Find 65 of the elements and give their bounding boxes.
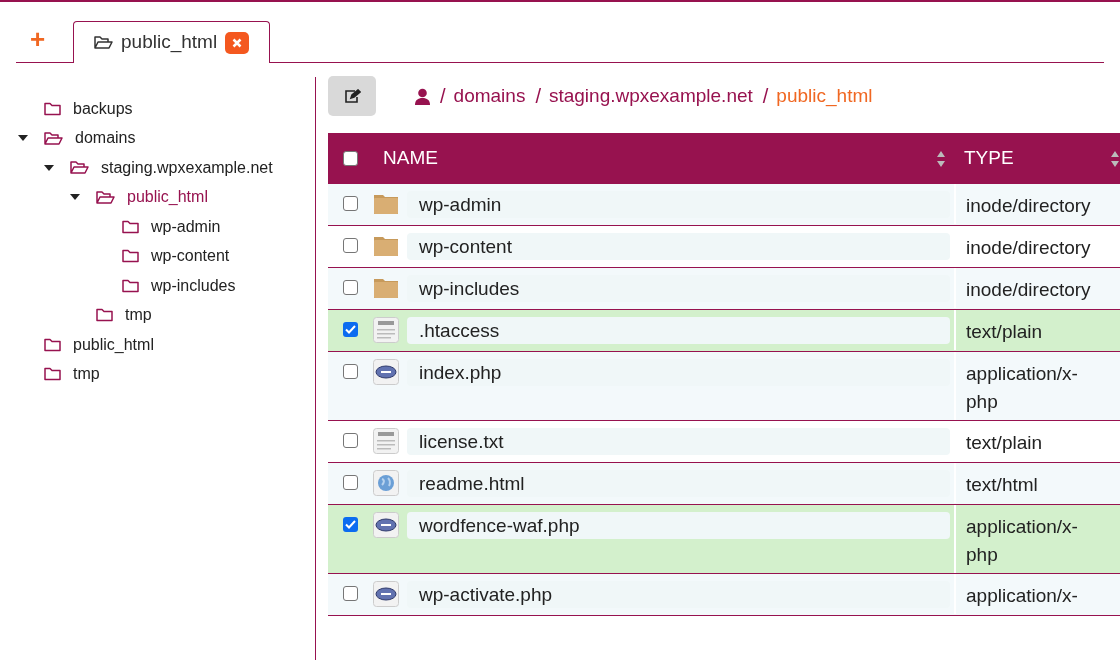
file-type: application/x- — [966, 585, 1078, 606]
php-file-icon — [373, 581, 399, 607]
user-icon[interactable] — [415, 87, 430, 105]
file-name[interactable]: license.txt — [407, 428, 950, 455]
column-header[interactable]: NAME — [383, 144, 438, 173]
file-row[interactable]: wordfence-waf.php application/x-php — [328, 505, 1120, 574]
file-row[interactable]: wp-admin inode/directory — [328, 184, 1120, 226]
tab[interactable]: public_html — [73, 21, 271, 63]
row-checkbox[interactable] — [343, 280, 358, 295]
file-row[interactable]: wp-activate.php application/x- — [328, 574, 1120, 616]
file-row[interactable]: index.php application/x-php — [328, 352, 1120, 421]
file-type: text/html — [966, 474, 1038, 495]
file-type: inode/directory — [966, 237, 1091, 258]
row-checkbox[interactable] — [343, 475, 358, 490]
edit-icon[interactable] — [343, 88, 361, 104]
file-type: application/x-php — [966, 363, 1078, 412]
row-checkbox[interactable] — [343, 364, 358, 379]
row-checkbox[interactable] — [343, 322, 358, 337]
caret-icon[interactable] — [18, 135, 28, 142]
php-file-icon — [373, 359, 399, 385]
file-row[interactable]: wp-includes inode/directory — [328, 268, 1120, 310]
php-file-icon — [373, 512, 399, 538]
sort-icon[interactable] — [936, 149, 946, 168]
tree-item[interactable]: public_html — [127, 185, 208, 210]
row-checkbox[interactable] — [343, 586, 358, 601]
file-name[interactable]: wp-content — [407, 233, 950, 260]
select-all-checkbox[interactable] — [343, 151, 358, 166]
breadcrumb-link[interactable]: domains — [453, 81, 526, 111]
tree-item[interactable]: wp-includes — [151, 273, 236, 298]
column-header[interactable]: TYPE — [964, 144, 1014, 173]
text-file-icon — [373, 428, 399, 454]
separator: / — [440, 84, 446, 109]
file-type: application/x-php — [966, 516, 1078, 565]
row-checkbox[interactable] — [343, 517, 358, 532]
row-checkbox[interactable] — [343, 196, 358, 211]
caret-icon[interactable] — [70, 194, 80, 201]
file-name[interactable]: .htaccess — [407, 317, 950, 344]
file-name[interactable]: wordfence-waf.php — [407, 512, 950, 539]
tree-item[interactable]: wp-content — [151, 244, 230, 269]
sort-icon[interactable] — [1110, 149, 1120, 168]
edit-button[interactable] — [328, 76, 376, 116]
separator: / — [762, 84, 769, 109]
tree-item[interactable]: tmp — [125, 303, 152, 328]
file-row[interactable]: .htaccess text/plain — [328, 310, 1120, 352]
tree-item[interactable]: wp-admin — [151, 214, 221, 239]
caret-icon[interactable] — [44, 164, 54, 171]
breadcrumb-link[interactable]: staging.wpxexample.net — [548, 81, 753, 111]
tree-item[interactable]: tmp — [73, 362, 100, 387]
row-checkbox[interactable] — [343, 238, 358, 253]
tree-item[interactable]: domains — [75, 126, 136, 151]
tree-item[interactable]: backups — [73, 96, 133, 121]
text-file-icon — [373, 317, 399, 343]
file-type: text/plain — [966, 321, 1043, 342]
tab-label[interactable]: public_html — [121, 28, 218, 57]
tree-item[interactable]: staging.wpxexample.net — [101, 155, 273, 180]
globe-icon — [373, 470, 399, 496]
file-row[interactable]: readme.html text/html — [328, 463, 1120, 505]
row-checkbox[interactable] — [343, 433, 358, 448]
file-type: inode/directory — [966, 195, 1091, 216]
separator: / — [535, 84, 541, 109]
file-type: text/plain — [966, 432, 1043, 453]
close-icon[interactable] — [225, 31, 250, 54]
tree-item[interactable]: public_html — [73, 332, 154, 357]
file-type: inode/directory — [966, 279, 1091, 300]
open-folder-icon — [94, 35, 113, 50]
